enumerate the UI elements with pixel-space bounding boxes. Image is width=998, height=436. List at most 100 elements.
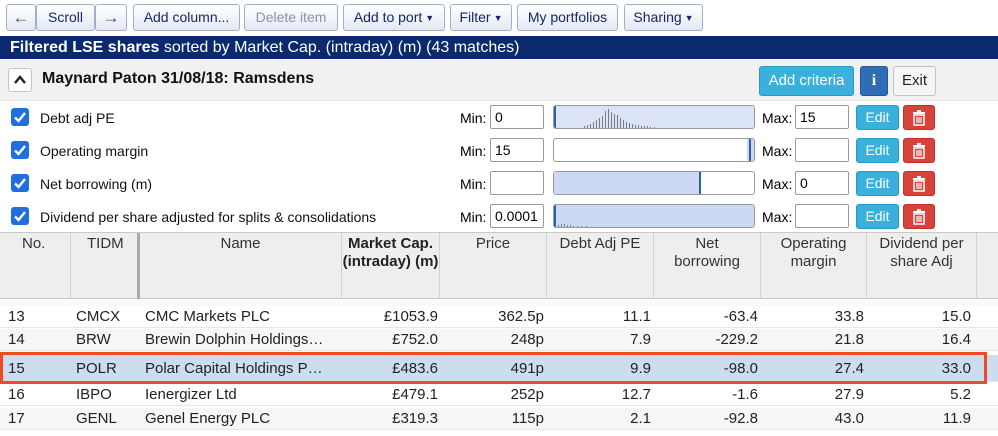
edit-button[interactable]: Edit [856,204,899,229]
cell-tidm: POLR [76,360,117,377]
exit-button[interactable]: Exit [893,66,936,96]
chevron-up-icon [14,75,26,84]
caret-down-icon: ▼ [493,13,503,23]
forward-button[interactable]: → [95,4,127,31]
criteria-label: Debt adj PE [40,110,115,126]
cell-debt-adj-pe: 2.1 [630,410,651,427]
min-input[interactable]: 0.0001 [490,204,544,228]
criteria-label: Net borrowing (m) [40,176,153,192]
delete-criteria-button[interactable] [903,204,935,229]
criteria-checkbox[interactable] [11,141,29,159]
range-slider[interactable] [553,171,755,195]
cell-name[interactable]: CMC Markets PLC [145,306,340,328]
table-row-selected[interactable]: 15 POLR Polar Capital Holdings P… £483.6… [0,355,998,382]
min-input[interactable] [490,171,544,195]
min-input[interactable]: 15 [490,138,544,162]
criteria-checkbox[interactable] [11,207,29,225]
max-input[interactable] [795,138,849,162]
add-to-port-dropdown[interactable]: Add to port ▼ [343,4,445,31]
column-header-debt-adj-pe[interactable]: Debt Adj PE [547,233,654,299]
range-handle-min[interactable] [749,139,751,161]
filter-dropdown[interactable]: Filter ▼ [450,4,512,31]
edit-button[interactable]: Edit [856,105,899,130]
scroll-button[interactable]: Scroll [36,4,95,31]
column-header-name[interactable]: Name [140,233,342,299]
criteria-label: Dividend per share adjusted for splits &… [40,209,377,225]
max-label: Max: [762,209,793,225]
table-row[interactable]: 16 IBPO Ienergizer Ltd £479.1 252p 12.7 … [0,384,998,406]
cell-dividend: 15.0 [941,308,971,325]
cell-price: 491p [510,360,544,377]
table-row[interactable]: 13 CMCX CMC Markets PLC £1053.9 362.5p 1… [0,306,998,328]
column-header-price[interactable]: Price [440,233,547,299]
delete-criteria-button[interactable] [903,105,935,130]
cell-no: 14 [8,331,25,348]
column-header-dividend[interactable]: Dividend per share Adj [867,233,977,299]
results-title-bar: Filtered LSE shares sorted by Market Cap… [0,36,998,59]
range-slider[interactable] [553,138,755,162]
range-handle-min[interactable] [554,106,556,128]
cell-net-borrowing: -1.6 [732,386,758,403]
sharing-label: Sharing [633,9,682,25]
column-header-no[interactable]: No. [0,233,71,299]
distribution-histogram [584,109,655,128]
cell-tidm: GENL [76,410,117,427]
cell-price: 252p [510,386,544,403]
column-header-tidm[interactable]: TIDM [71,233,140,299]
column-header-net-borrowing[interactable]: Net borrowing [654,233,761,299]
cell-tidm: CMCX [76,308,121,325]
criteria-checkbox[interactable] [11,174,29,192]
title-market: Filtered LSE shares [10,39,160,56]
info-button[interactable]: i [860,66,888,96]
cell-name[interactable]: Ienergizer Ltd [145,384,340,406]
cell-market-cap: £319.3 [392,410,438,427]
distribution-histogram [558,224,587,227]
max-input[interactable]: 0 [795,171,849,195]
cell-name[interactable]: Genel Energy PLC [145,408,340,430]
min-label: Min: [460,143,487,159]
results-table-header: No. TIDM Name Market Cap. (intraday) (m)… [0,232,998,299]
max-input[interactable]: 15 [795,105,849,129]
min-label: Min: [460,176,487,192]
cell-net-borrowing: -98.0 [723,360,758,377]
max-input[interactable] [795,204,849,228]
cell-name[interactable]: Brewin Dolphin Holdings… [145,329,340,351]
trash-icon [913,209,925,225]
edit-button[interactable]: Edit [856,138,899,163]
filter-label: Filter [459,9,491,25]
column-header-market-cap[interactable]: Market Cap. (intraday) (m) [342,233,440,299]
range-slider[interactable] [553,204,755,228]
table-row[interactable]: 17 GENL Genel Energy PLC £319.3 115p 2.1… [0,408,998,430]
range-handle-max[interactable] [699,172,701,194]
cell-name[interactable]: Polar Capital Holdings P… [145,355,340,382]
table-row[interactable]: 14 BRW Brewin Dolphin Holdings… £752.0 2… [0,329,998,351]
delete-criteria-button[interactable] [903,138,935,163]
cell-dividend: 5.2 [950,386,971,403]
range-slider[interactable] [553,105,755,129]
min-input[interactable]: 0 [490,105,544,129]
criteria-row: Dividend per share adjusted for splits &… [0,200,998,233]
cell-operating-margin: 21.8 [834,331,864,348]
collapse-button[interactable] [8,68,32,92]
cell-debt-adj-pe: 12.7 [621,386,651,403]
checkmark-icon [14,112,26,123]
column-header-operating-margin[interactable]: Operating margin [761,233,867,299]
my-portfolios-button[interactable]: My portfolios [517,4,618,31]
edit-button[interactable]: Edit [856,171,899,196]
delete-criteria-button[interactable] [903,171,935,196]
range-fill [554,172,700,194]
sharing-dropdown[interactable]: Sharing ▼ [624,4,703,31]
cell-operating-margin: 27.4 [834,360,864,377]
trash-icon [913,176,925,192]
back-button[interactable]: ← [6,4,36,31]
cell-price: 362.5p [498,308,544,325]
cell-dividend: 11.9 [942,410,971,427]
criteria-checkbox[interactable] [11,108,29,126]
add-criteria-button[interactable]: Add criteria [759,66,854,96]
delete-item-button[interactable]: Delete item [244,4,338,31]
range-handle-min[interactable] [554,205,556,227]
add-column-button[interactable]: Add column... [133,4,240,31]
checkmark-icon [14,211,26,222]
caret-down-icon: ▼ [425,13,435,23]
checkmark-icon [14,145,26,156]
